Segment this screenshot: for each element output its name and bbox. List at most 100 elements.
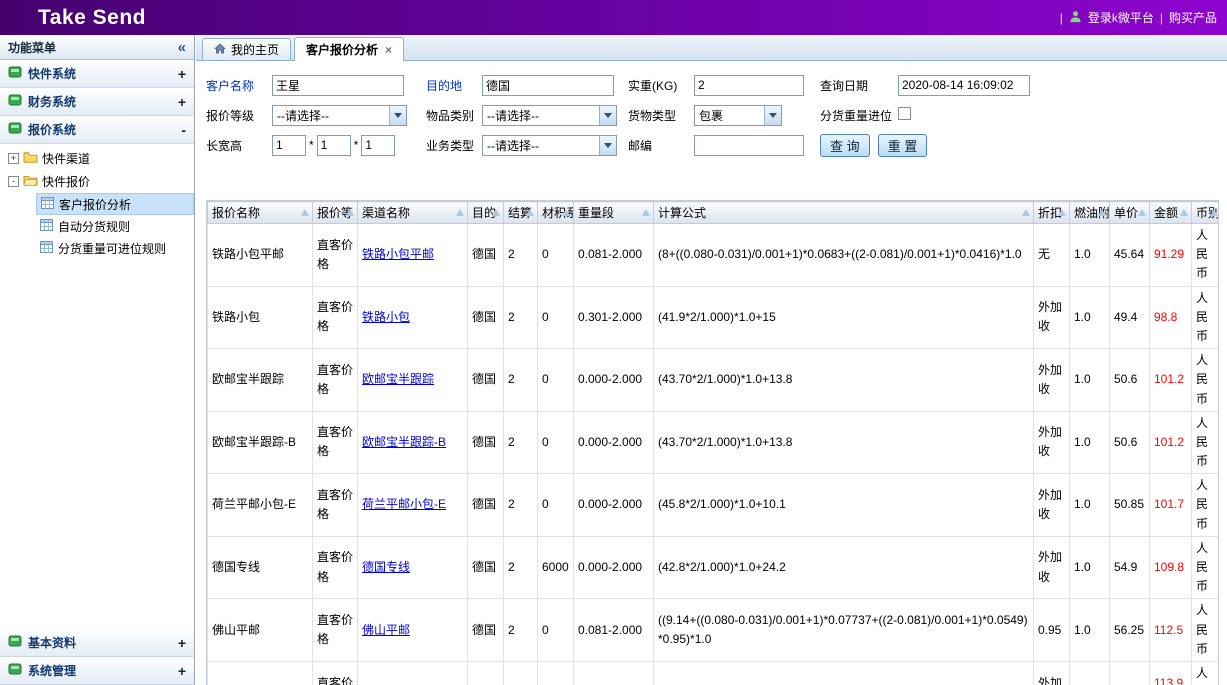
column-header-vol[interactable]: 材积系 bbox=[538, 202, 574, 224]
sort-icon[interactable] bbox=[526, 209, 534, 216]
channel-link[interactable]: 德国专线 bbox=[362, 560, 410, 574]
sidebar-item-express-system[interactable]: 快件系统 + bbox=[0, 60, 194, 88]
cell-level: 直客价格 bbox=[313, 411, 358, 474]
item-category-select[interactable]: --请选择-- bbox=[482, 105, 617, 126]
cell-discount: 外加收 bbox=[1034, 286, 1070, 349]
column-header-range[interactable]: 重量段 bbox=[574, 202, 654, 224]
cell-weight: 2 bbox=[504, 536, 538, 599]
sort-icon[interactable] bbox=[1180, 209, 1188, 216]
chevron-down-icon[interactable] bbox=[389, 106, 406, 125]
quote-level-label: 报价等级 bbox=[206, 107, 268, 124]
sort-icon[interactable] bbox=[1058, 209, 1066, 216]
cell-channel: 荷兰平邮小包-E bbox=[358, 474, 468, 537]
query-date-input[interactable] bbox=[898, 75, 1030, 96]
tree-item-split-weight-carry-rule[interactable]: 分货重量可进位规则 bbox=[36, 237, 194, 259]
cell-fuel: 1.0 bbox=[1070, 536, 1110, 599]
collapse-icon[interactable]: - bbox=[181, 122, 186, 138]
split-weight-carry-checkbox[interactable] bbox=[898, 107, 911, 120]
tree-item-customer-quote-analysis[interactable]: 客户报价分析 bbox=[36, 193, 194, 215]
column-header-level[interactable]: 报价等 bbox=[313, 202, 358, 224]
sidebar-item-system-management[interactable]: 系统管理 + bbox=[0, 657, 194, 685]
destination-input[interactable] bbox=[482, 75, 614, 96]
login-link[interactable]: 登录k微平台 bbox=[1088, 9, 1154, 26]
sort-icon[interactable] bbox=[346, 209, 354, 216]
table-row[interactable]: 欧邮宝半跟踪直客价格欧邮宝半跟踪德国200.000-2.000(43.70*2/… bbox=[208, 349, 1220, 412]
chevron-down-icon[interactable] bbox=[599, 136, 616, 155]
channel-link[interactable]: 铁路小包 bbox=[362, 310, 410, 324]
postcode-input[interactable] bbox=[694, 135, 804, 156]
sort-icon[interactable] bbox=[1138, 209, 1146, 216]
tree-item-express-quote[interactable]: - 快件报价 bbox=[0, 170, 194, 193]
expand-box-icon[interactable]: + bbox=[8, 153, 19, 164]
length-input[interactable] bbox=[272, 135, 306, 156]
cargo-type-select[interactable]: 包裹 bbox=[694, 105, 782, 126]
table-row[interactable]: 德国专线直客价格德国专线德国260000.000-2.000(42.8*2/1.… bbox=[208, 536, 1220, 599]
channel-link[interactable]: 欧邮宝半跟踪 bbox=[362, 372, 434, 386]
cell-price: 49.4 bbox=[1110, 286, 1150, 349]
tree-item-label: 分货重量可进位规则 bbox=[58, 240, 166, 257]
column-header-name[interactable]: 报价名称 bbox=[208, 202, 313, 224]
buy-product-link[interactable]: 购买产品 bbox=[1169, 9, 1217, 26]
table-row[interactable]: 铁路小包平邮直客价格铁路小包平邮德国200.081-2.000(8+((0.08… bbox=[208, 224, 1220, 287]
tab-home[interactable]: 我的主页 bbox=[202, 38, 291, 60]
table-row[interactable]: 佛山平邮直客价格佛山平邮德国200.081-2.000((9.14+((0.08… bbox=[208, 599, 1220, 662]
tree-item-auto-split-rule[interactable]: 自动分货规则 bbox=[36, 215, 194, 237]
expand-icon[interactable]: + bbox=[178, 635, 186, 651]
close-tab-icon[interactable]: × bbox=[385, 43, 392, 57]
sort-icon[interactable] bbox=[1022, 209, 1030, 216]
column-header-label: 单价 bbox=[1114, 206, 1138, 220]
query-date-label: 查询日期 bbox=[820, 77, 894, 94]
column-header-discount[interactable]: 折扣 bbox=[1034, 202, 1070, 224]
topbar-links: | 登录k微平台 | 购买产品 bbox=[1060, 9, 1217, 26]
quote-level-select[interactable]: --请选择-- bbox=[272, 105, 407, 126]
column-header-formula[interactable]: 计算公式 bbox=[654, 202, 1034, 224]
column-header-weight[interactable]: 结算 bbox=[504, 202, 538, 224]
sidebar-item-quote-system[interactable]: 报价系统 - bbox=[0, 116, 194, 144]
weight-input[interactable] bbox=[694, 75, 804, 96]
column-header-amount[interactable]: 金额 bbox=[1150, 202, 1192, 224]
cell-dest: 德国 bbox=[468, 536, 504, 599]
tree-item-express-channel[interactable]: + 快件渠道 bbox=[0, 147, 194, 170]
channel-link[interactable]: 荷兰平邮小包-E bbox=[362, 497, 446, 511]
business-type-select[interactable]: --请选择-- bbox=[482, 135, 617, 156]
channel-link[interactable]: 佛山平邮 bbox=[362, 623, 410, 637]
column-header-dest[interactable]: 目的 bbox=[468, 202, 504, 224]
table-row[interactable]: 荷兰平邮小包-E直客价格荷兰平邮小包-E德国200.000-2.000(45.8… bbox=[208, 474, 1220, 537]
collapse-box-icon[interactable]: - bbox=[8, 176, 19, 187]
sort-icon[interactable] bbox=[562, 209, 570, 216]
table-row[interactable]: 铁路小包直客价格铁路小包德国200.301-2.000(41.9*2/1.000… bbox=[208, 286, 1220, 349]
reset-button[interactable]: 重 置 bbox=[878, 134, 928, 157]
customer-name-input[interactable] bbox=[272, 75, 404, 96]
table-row[interactable]: 欧邮宝半跟踪-B直客价格欧邮宝半跟踪-B德国200.000-2.000(43.7… bbox=[208, 411, 1220, 474]
sort-icon[interactable] bbox=[642, 209, 650, 216]
collapse-sidebar-icon[interactable]: « bbox=[178, 40, 186, 55]
expand-icon[interactable]: + bbox=[178, 94, 186, 110]
column-header-channel[interactable]: 渠道名称 bbox=[358, 202, 468, 224]
sort-icon[interactable] bbox=[456, 209, 464, 216]
sort-icon[interactable] bbox=[1098, 209, 1106, 216]
sort-icon[interactable] bbox=[301, 209, 309, 216]
sidebar-item-basic-data[interactable]: 基本资料 + bbox=[0, 629, 194, 657]
search-button[interactable]: 查 询 bbox=[820, 134, 870, 157]
cell-channel: 德国专线 bbox=[358, 536, 468, 599]
sort-icon[interactable] bbox=[492, 209, 500, 216]
column-header-label: 重量段 bbox=[578, 206, 614, 220]
expand-icon[interactable]: + bbox=[178, 663, 186, 679]
channel-link[interactable]: 铁路小包平邮 bbox=[362, 247, 434, 261]
chevron-down-icon[interactable] bbox=[764, 106, 781, 125]
expand-icon[interactable]: + bbox=[178, 66, 186, 82]
column-header-currency[interactable]: 币别 bbox=[1192, 202, 1220, 224]
table-row[interactable]: 江西E邮宝直客价格江西E邮宝德国200.500-2.000((60*2/1.00… bbox=[208, 661, 1220, 685]
grid-icon bbox=[40, 219, 53, 234]
column-header-fuel[interactable]: 燃油附 bbox=[1070, 202, 1110, 224]
sort-icon[interactable] bbox=[1210, 209, 1218, 216]
chevron-down-icon[interactable] bbox=[599, 106, 616, 125]
sidebar-item-label: 系统管理 bbox=[28, 662, 76, 679]
tab-customer-quote-analysis[interactable]: 客户报价分析 × bbox=[294, 37, 404, 61]
column-header-price[interactable]: 单价 bbox=[1110, 202, 1150, 224]
cell-amount: 91.29 bbox=[1150, 224, 1192, 287]
channel-link[interactable]: 欧邮宝半跟踪-B bbox=[362, 435, 446, 449]
width-input[interactable] bbox=[317, 135, 351, 156]
height-input[interactable] bbox=[361, 135, 395, 156]
sidebar-item-finance-system[interactable]: 财务系统 + bbox=[0, 88, 194, 116]
